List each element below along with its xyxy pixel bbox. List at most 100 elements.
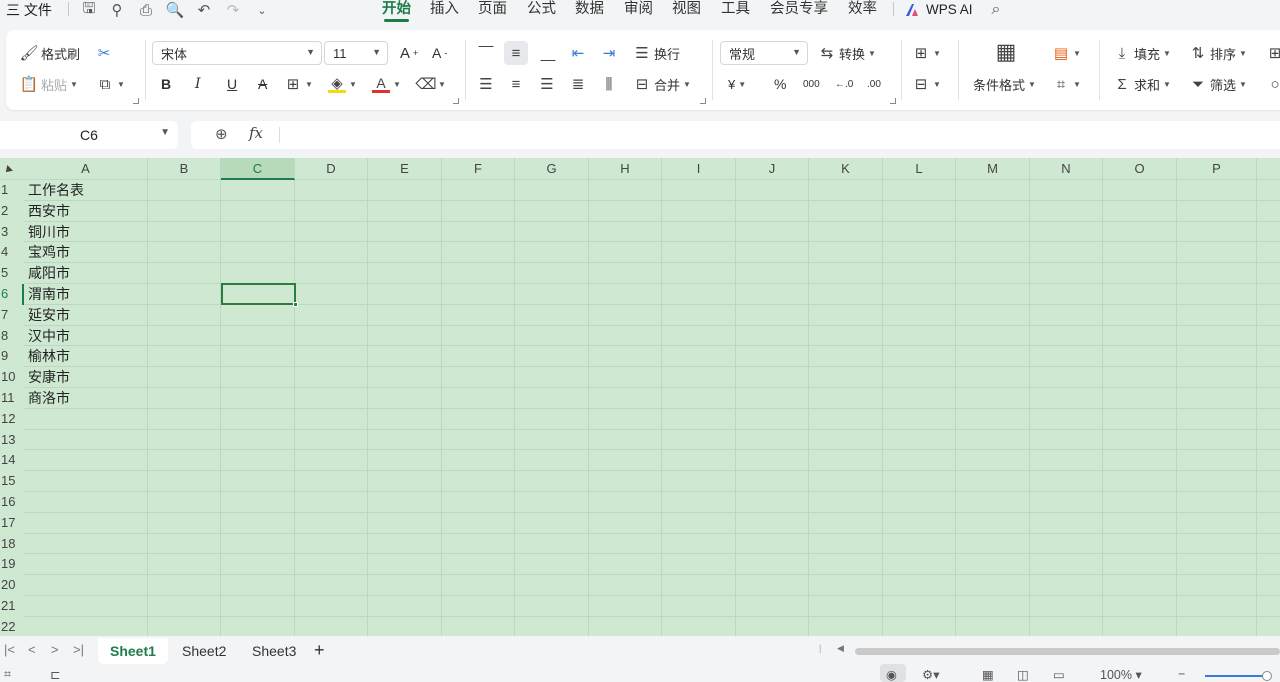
scroll-divider-icon[interactable]: | — [819, 643, 821, 653]
column-header-n[interactable]: N — [1030, 158, 1103, 180]
column-header-j[interactable]: J — [736, 158, 809, 180]
percent-button[interactable]: % — [774, 72, 786, 96]
cell-a10[interactable]: 安康市 — [28, 367, 70, 388]
chevron-down-icon[interactable]: ▼ — [160, 127, 170, 138]
currency-button[interactable]: ¥ ▼ — [728, 72, 746, 96]
cell-a9[interactable]: 榆林市 — [28, 346, 70, 367]
cell-a1[interactable]: 工作名表 — [28, 180, 84, 201]
tab-page[interactable]: 页面 — [478, 0, 507, 22]
column-header-o[interactable]: O — [1103, 158, 1177, 180]
row-header-20[interactable]: 20 — [0, 575, 24, 596]
font-name-select[interactable]: 宋体 ▼ — [152, 41, 322, 65]
format-painter-button[interactable]: 🖌 格式刷 — [19, 41, 80, 65]
column-header-d[interactable]: D — [295, 158, 368, 180]
row-header-16[interactable]: 16 — [0, 492, 24, 513]
column-header-m[interactable]: M — [956, 158, 1030, 180]
format-brush-quick-icon[interactable]: ⚲ — [106, 0, 128, 20]
increase-decimal-button[interactable]: ←.0 — [835, 72, 853, 96]
redo-icon[interactable]: ↷ — [222, 0, 244, 20]
tab-efficiency[interactable]: 效率 — [848, 0, 877, 22]
cell-a8[interactable]: 汉中市 — [28, 326, 70, 347]
row-header-6[interactable]: 6 — [0, 284, 24, 305]
row-header-14[interactable]: 14 — [0, 450, 24, 471]
column-header-h[interactable]: H — [589, 158, 662, 180]
tab-view[interactable]: 视图 — [672, 0, 701, 22]
first-sheet-icon[interactable]: |< — [4, 642, 15, 657]
zoom-slider-knob[interactable] — [1262, 671, 1272, 681]
column-header-e[interactable]: E — [368, 158, 442, 180]
conditional-format-button[interactable]: ▦ — [994, 39, 1018, 64]
align-left-button[interactable]: ☰ — [477, 72, 495, 96]
worksheet-button[interactable]: ⊟ ▼ — [912, 72, 941, 96]
italic-button[interactable]: I — [195, 72, 201, 96]
cell-a4[interactable]: 宝鸡市 — [28, 242, 70, 263]
active-cell-selection[interactable] — [221, 283, 298, 307]
row-header-11[interactable]: 11 — [0, 388, 24, 409]
row-header-10[interactable]: 10 — [0, 367, 24, 388]
horizontal-scrollbar[interactable] — [855, 648, 1280, 655]
fill-handle[interactable] — [293, 302, 298, 307]
overflow-button-bottom[interactable]: ○ — [1266, 72, 1280, 96]
clear-format-button[interactable]: ⌫ ▼ — [415, 72, 446, 96]
quick-access-more-icon[interactable]: ⌄ — [251, 0, 273, 20]
column-header-f[interactable]: F — [442, 158, 515, 180]
font-color-button[interactable]: A ▼ — [372, 72, 401, 96]
wps-ai-button[interactable]: WPS AI — [905, 0, 973, 20]
row-col-button[interactable]: ⊞ ▼ — [912, 41, 941, 65]
font-shrink-button[interactable]: A- — [432, 41, 447, 65]
next-sheet-icon[interactable]: > — [51, 642, 59, 657]
row-header-9[interactable]: 9 — [0, 346, 24, 367]
column-header-k[interactable]: K — [809, 158, 883, 180]
conditional-format-label-button[interactable]: 条件格式 ▼ — [973, 72, 1036, 96]
decrease-decimal-button[interactable]: .00 — [867, 72, 881, 96]
number-format-select[interactable]: 常规 ▼ — [720, 41, 808, 65]
search-icon[interactable]: ⌕ — [985, 0, 1007, 20]
page-layout-icon[interactable]: ◫ — [1017, 667, 1029, 682]
normal-view-icon[interactable]: ▦ — [982, 667, 994, 682]
align-right-button[interactable]: ☰ — [538, 72, 556, 96]
dialog-launcher-icon[interactable] — [133, 98, 139, 104]
sheet-tab-sheet2[interactable]: Sheet2 — [170, 638, 238, 664]
row-header-2[interactable]: 2 — [0, 201, 24, 222]
row-header-3[interactable]: 3 — [0, 222, 24, 243]
row-header-12[interactable]: 12 — [0, 409, 24, 430]
column-header-i[interactable]: I — [662, 158, 736, 180]
cell-style-button[interactable]: ▤ ▼ — [1052, 41, 1081, 65]
filter-button[interactable]: ⏷ 筛选 ▼ — [1189, 72, 1247, 96]
dialog-launcher-icon[interactable] — [890, 98, 896, 104]
font-size-select[interactable]: 11 ▼ — [324, 41, 388, 65]
align-top-button[interactable]: ⎺ — [477, 41, 495, 65]
last-sheet-icon[interactable]: >| — [73, 642, 84, 657]
tab-formula[interactable]: 公式 — [527, 0, 556, 22]
cell-a7[interactable]: 延安市 — [28, 305, 70, 326]
cell-a11[interactable]: 商洛市 — [28, 388, 70, 409]
column-header-g[interactable]: G — [515, 158, 589, 180]
print-preview-icon[interactable]: 🔍 — [164, 0, 186, 20]
border-button[interactable]: ⊞ ▼ — [284, 72, 313, 96]
fill-color-button[interactable]: ◈ ▼ — [328, 72, 357, 96]
table-style-button[interactable]: ⌗ ▼ — [1052, 72, 1081, 96]
tab-insert[interactable]: 插入 — [430, 0, 459, 22]
row-header-4[interactable]: 4 — [0, 242, 24, 263]
wrap-text-button[interactable]: ☰ 换行 — [633, 41, 680, 65]
row-header-8[interactable]: 8 — [0, 326, 24, 347]
add-sheet-button[interactable]: + — [314, 640, 325, 661]
tab-data[interactable]: 数据 — [575, 0, 604, 22]
column-header-p[interactable]: P — [1177, 158, 1257, 180]
row-header-5[interactable]: 5 — [0, 263, 24, 284]
print-icon[interactable]: ⎙ — [135, 0, 157, 20]
copy-button[interactable]: ⧉ ▼ — [96, 72, 125, 96]
cell-a3[interactable]: 铜川市 — [28, 222, 70, 243]
row-header-21[interactable]: 21 — [0, 596, 24, 617]
justify-button[interactable]: ≣ — [569, 72, 587, 96]
row-header-7[interactable]: 7 — [0, 305, 24, 326]
tab-tools[interactable]: 工具 — [721, 0, 750, 22]
name-box[interactable]: C6 ▼ — [0, 121, 178, 149]
distribute-button[interactable]: ⫼ — [600, 72, 618, 96]
thousands-separator-button[interactable]: 000 — [803, 72, 820, 96]
align-middle-button[interactable]: ≡ — [504, 41, 528, 65]
fill-button[interactable]: ⤓ 填充 ▼ — [1113, 41, 1171, 65]
column-header-c[interactable]: C — [221, 158, 295, 180]
column-header-b[interactable]: B — [148, 158, 221, 180]
increase-indent-button[interactable]: ⇥ — [600, 41, 618, 65]
